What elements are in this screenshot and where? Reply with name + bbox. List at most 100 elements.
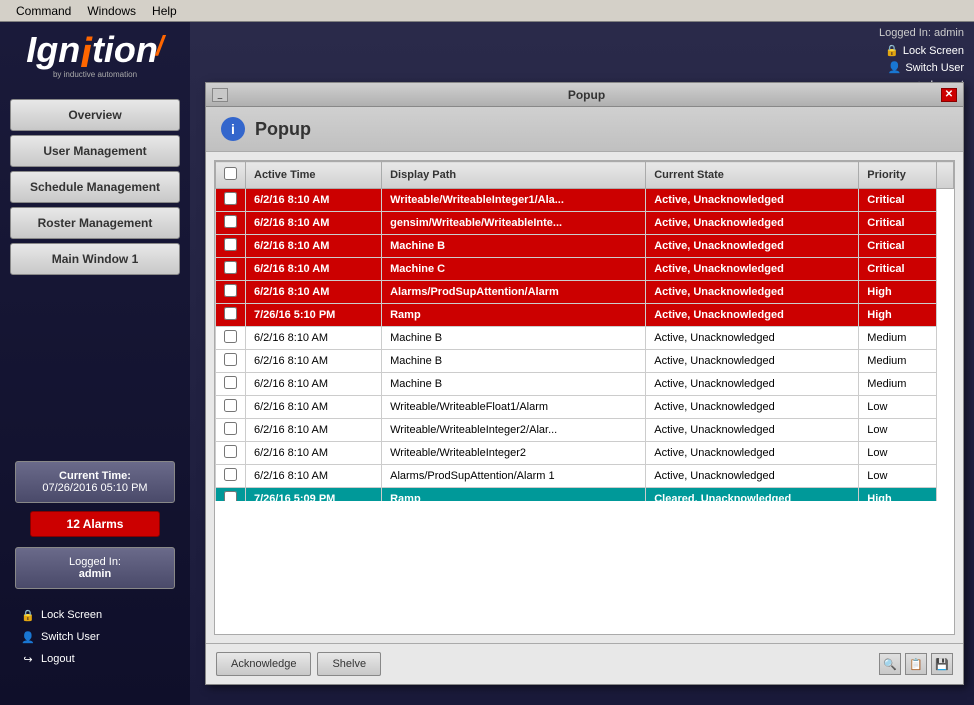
row-priority: Critical [859, 235, 937, 258]
row-checkbox-cell [216, 350, 246, 373]
logo-subtitle: by inductive automation [15, 70, 175, 79]
row-time: 6/2/16 8:10 AM [246, 465, 382, 488]
search-icon-btn[interactable]: 🔍 [879, 653, 901, 675]
header-switch-user[interactable]: 👤 Switch User [879, 59, 964, 76]
sidebar-switch-user[interactable]: 👤 Switch User [15, 626, 175, 648]
row-checkbox-1[interactable] [224, 215, 237, 228]
row-checkbox-4[interactable] [224, 284, 237, 297]
row-path: Writeable/WriteableInteger2 [382, 442, 646, 465]
row-state: Active, Unacknowledged [646, 189, 859, 212]
logged-in-box: Logged In: admin [15, 547, 175, 589]
alarm-table-wrapper[interactable]: Active Time Display Path Current State P… [215, 161, 954, 501]
logo-slash: / [156, 32, 164, 60]
row-path: Machine B [382, 373, 646, 396]
sidebar-lock-screen[interactable]: 🔒 Lock Screen [15, 604, 175, 626]
popup-close-btn[interactable]: ✕ [941, 88, 957, 102]
sidebar-logout[interactable]: ↪ Logout [15, 648, 175, 670]
row-checkbox-cell [216, 281, 246, 304]
row-checkbox-3[interactable] [224, 261, 237, 274]
row-time: 7/26/16 5:10 PM [246, 304, 382, 327]
menu-help[interactable]: Help [144, 2, 185, 20]
current-time-box: Current Time: 07/26/2016 05:10 PM [15, 461, 175, 503]
row-time: 6/2/16 8:10 AM [246, 235, 382, 258]
sidebar-logout-label: Logout [41, 653, 75, 665]
table-row: 7/26/16 5:10 PM Ramp Active, Unacknowled… [216, 304, 954, 327]
popup-minimize-btn[interactable]: _ [212, 88, 228, 102]
row-state: Active, Unacknowledged [646, 212, 859, 235]
row-checkbox-cell [216, 373, 246, 396]
row-checkbox-12[interactable] [224, 468, 237, 481]
alarm-table: Active Time Display Path Current State P… [215, 161, 954, 501]
sidebar-lock-label: Lock Screen [41, 609, 102, 621]
header-switch-icon: 👤 [888, 61, 902, 74]
row-path: Writeable/WriteableInteger2/Alar... [382, 419, 646, 442]
row-checkbox-2[interactable] [224, 238, 237, 251]
table-row: 6/2/16 8:10 AM Alarms/ProdSupAttention/A… [216, 281, 954, 304]
row-checkbox-cell [216, 304, 246, 327]
alarm-table-body: 6/2/16 8:10 AM Writeable/WriteableIntege… [216, 189, 954, 502]
row-checkbox-11[interactable] [224, 445, 237, 458]
row-checkbox-10[interactable] [224, 422, 237, 435]
row-priority: High [859, 304, 937, 327]
header-logged-in: Logged In: admin [879, 27, 964, 39]
popup-info-icon: i [221, 117, 245, 141]
row-time: 6/2/16 8:10 AM [246, 212, 382, 235]
row-time: 7/26/16 5:09 PM [246, 488, 382, 502]
row-priority: Critical [859, 212, 937, 235]
current-time-value: 07/26/2016 05:10 PM [24, 482, 166, 494]
export-icon-btn[interactable]: 💾 [931, 653, 953, 675]
row-checkbox-8[interactable] [224, 376, 237, 389]
select-all-checkbox[interactable] [224, 167, 237, 180]
row-path: Machine B [382, 350, 646, 373]
row-checkbox-cell [216, 212, 246, 235]
row-priority: High [859, 281, 937, 304]
col-active-time: Active Time [246, 162, 382, 189]
row-checkbox-9[interactable] [224, 399, 237, 412]
row-checkbox-cell [216, 189, 246, 212]
row-path: Writeable/WriteableInteger1/Ala... [382, 189, 646, 212]
logged-in-user: admin [24, 568, 166, 580]
nav-user-management[interactable]: User Management [10, 135, 180, 167]
logo-area: Ign i tion / by inductive automation [15, 32, 175, 79]
sidebar: Ign i tion / by inductive automation Ove… [0, 22, 190, 705]
row-state: Active, Unacknowledged [646, 419, 859, 442]
acknowledge-button[interactable]: Acknowledge [216, 652, 311, 676]
row-time: 6/2/16 8:10 AM [246, 396, 382, 419]
row-priority: High [859, 488, 937, 502]
row-checkbox-7[interactable] [224, 353, 237, 366]
table-row: 6/2/16 8:10 AM Writeable/WriteableIntege… [216, 419, 954, 442]
nav-schedule-management[interactable]: Schedule Management [10, 171, 180, 203]
shelve-button[interactable]: Shelve [317, 652, 381, 676]
row-state: Active, Unacknowledged [646, 373, 859, 396]
row-checkbox-5[interactable] [224, 307, 237, 320]
row-checkbox-6[interactable] [224, 330, 237, 343]
row-path: Ramp [382, 488, 646, 502]
row-priority: Medium [859, 350, 937, 373]
row-path: Writeable/WriteableFloat1/Alarm [382, 396, 646, 419]
menu-command[interactable]: Command [8, 2, 79, 20]
nav-roster-management[interactable]: Roster Management [10, 207, 180, 239]
row-priority: Low [859, 442, 937, 465]
row-path: Machine C [382, 258, 646, 281]
menu-windows[interactable]: Windows [79, 2, 144, 20]
row-time: 6/2/16 8:10 AM [246, 442, 382, 465]
logo-text: Ign [26, 32, 80, 68]
copy-icon-btn[interactable]: 📋 [905, 653, 927, 675]
table-row: 6/2/16 8:10 AM Alarms/ProdSupAttention/A… [216, 465, 954, 488]
sidebar-switch-label: Switch User [41, 631, 100, 643]
nav-main-window[interactable]: Main Window 1 [10, 243, 180, 275]
row-time: 6/2/16 8:10 AM [246, 258, 382, 281]
row-state: Active, Unacknowledged [646, 304, 859, 327]
row-checkbox-cell [216, 442, 246, 465]
alarm-button[interactable]: 12 Alarms [30, 511, 160, 537]
row-time: 6/2/16 8:10 AM [246, 189, 382, 212]
logo-accent: i [80, 32, 92, 74]
row-checkbox-0[interactable] [224, 192, 237, 205]
nav-buttons: Overview User Management Schedule Manage… [0, 99, 190, 275]
header-lock-screen[interactable]: 🔒 Lock Screen [879, 42, 964, 59]
nav-overview[interactable]: Overview [10, 99, 180, 131]
row-checkbox-13[interactable] [224, 491, 237, 501]
app-background: Ign i tion / by inductive automation Ove… [0, 22, 974, 705]
footer-icons: 🔍 📋 💾 [879, 653, 953, 675]
row-time: 6/2/16 8:10 AM [246, 350, 382, 373]
